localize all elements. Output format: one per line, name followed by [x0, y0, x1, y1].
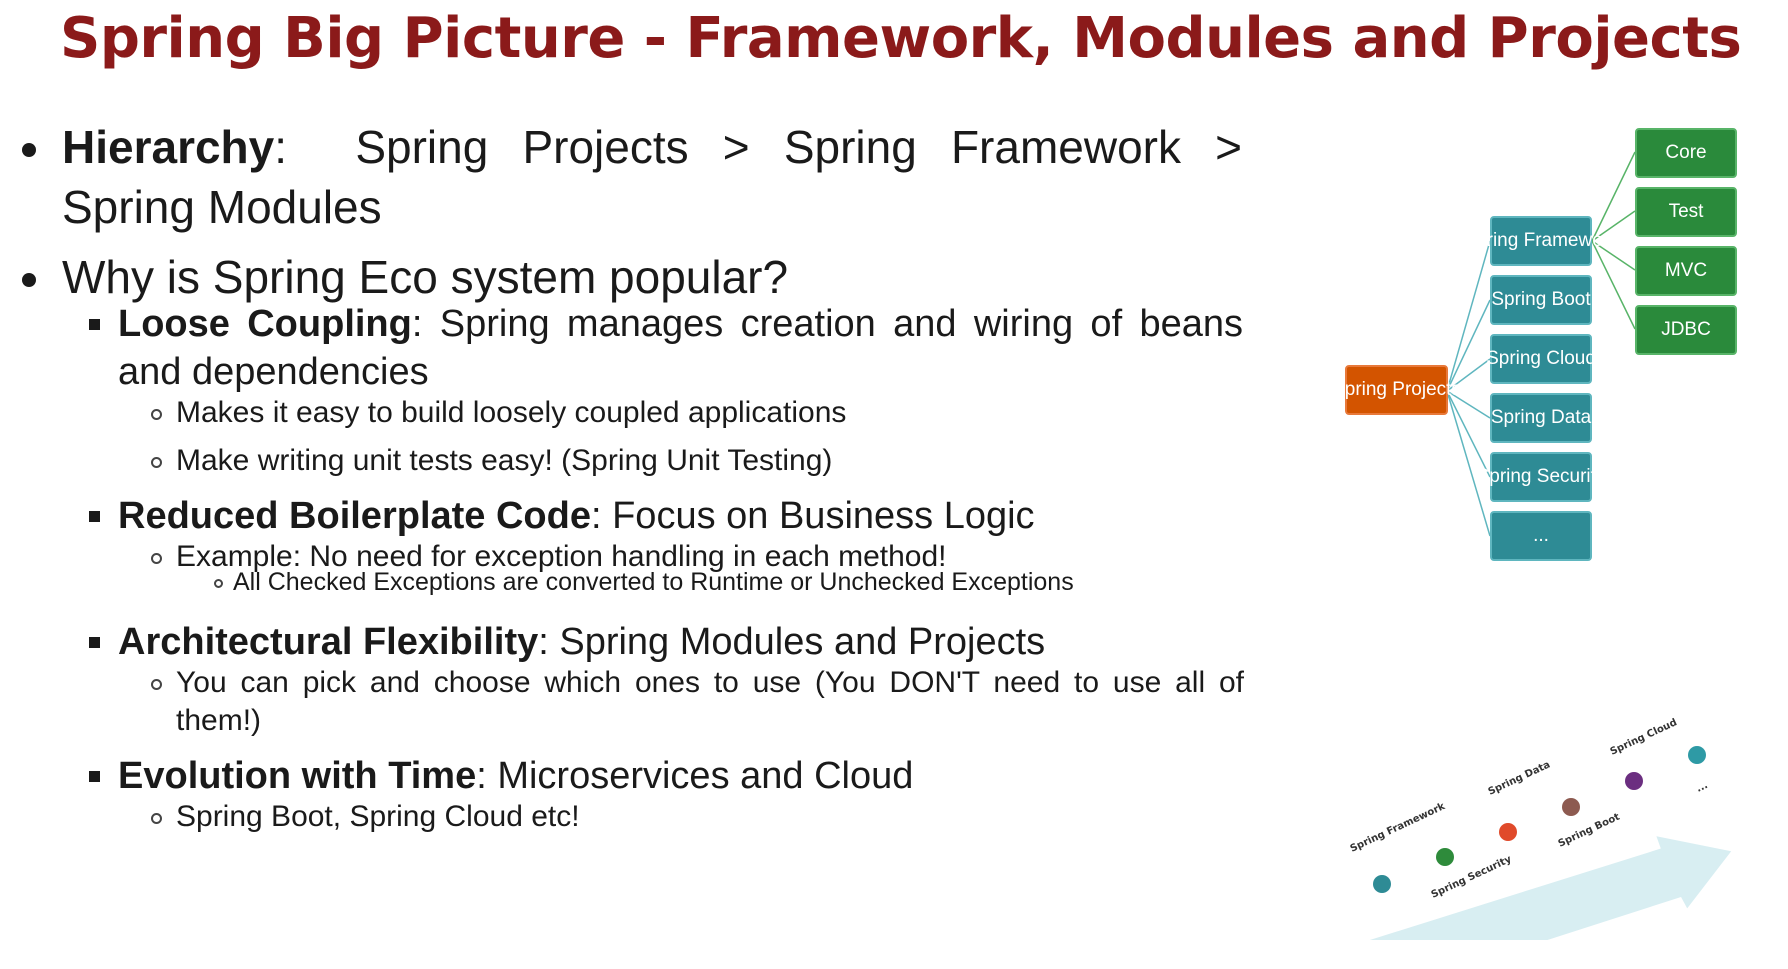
- bullet-circle-icon: [151, 553, 162, 564]
- timeline-dot: [1499, 823, 1517, 841]
- boilerplate-sub1a-text: All Checked Exceptions are converted to …: [233, 568, 1074, 596]
- timeline-label-cloud: Spring Cloud: [1609, 717, 1679, 758]
- evolution-sub1-text: Spring Boot, Spring Cloud etc!: [176, 800, 580, 833]
- node-spring-cloud: Spring Cloud: [1486, 334, 1596, 384]
- timeline-dot: [1436, 848, 1454, 866]
- loose-label: Loose Coupling: [118, 303, 412, 345]
- evolution-label: Evolution with Time: [118, 755, 477, 797]
- node-spring-data: Spring Data: [1490, 393, 1592, 443]
- loose-sub1-text: Makes it easy to build loosely coupled a…: [176, 396, 847, 429]
- bullet-circle-icon: [151, 679, 162, 690]
- why-text: Why is Spring Eco system popular?: [62, 251, 789, 303]
- flex-sub1-line2: them!): [176, 704, 262, 737]
- timeline-graphic: Spring FrameworkSpring SecuritySpring Da…: [1322, 717, 1732, 969]
- timeline-dot: [1562, 798, 1580, 816]
- timeline-dot: [1688, 746, 1706, 764]
- hierarchy-diagram: Spring Projects Spring Framework Spring …: [1320, 128, 1780, 655]
- bullet-circle-icon: [151, 457, 162, 468]
- boilerplate-sub1a: All Checked Exceptions are converted to …: [214, 566, 1233, 598]
- hierarchy-colon: :: [274, 121, 288, 173]
- timeline-dot: [1373, 875, 1391, 893]
- node-jdbc: JDBC: [1635, 305, 1737, 355]
- node-core: Core: [1635, 128, 1737, 178]
- bullet-loose-coupling: Loose Coupling: Spring manages creation …: [89, 297, 1243, 351]
- hierarchy-line2: Spring Modules: [62, 181, 382, 233]
- loose-sub2: Make writing unit tests easy! (Spring Un…: [151, 439, 1244, 483]
- bullet-square-icon: [89, 319, 100, 330]
- evolution-text: : Microservices and Cloud: [476, 755, 914, 797]
- loose-line1: : Spring manages creation and wiring of …: [411, 303, 1243, 345]
- bullet-square-icon: [89, 637, 100, 648]
- hierarchy-line1: Spring Projects > Spring Framework >: [355, 121, 1242, 173]
- node-mvc: MVC: [1635, 246, 1737, 296]
- timeline-label-boot: Spring Boot: [1557, 812, 1622, 850]
- bullet-square-icon: [89, 511, 100, 522]
- loose-sub2-text: Make writing unit tests easy! (Spring Un…: [176, 444, 833, 477]
- timeline-dot: [1625, 772, 1643, 790]
- node-more-projects: ...: [1490, 511, 1592, 561]
- timeline-label-framework: Spring Framework: [1349, 801, 1448, 855]
- boilerplate-text: : Focus on Business Logic: [590, 495, 1035, 537]
- node-spring-projects: Spring Projects: [1332, 365, 1461, 415]
- bullet-disc-icon: [22, 273, 36, 287]
- node-test: Test: [1635, 187, 1737, 237]
- flex-sub1-line1: You can pick and choose which ones to us…: [176, 666, 1244, 699]
- node-spring-framework: Spring Framework: [1463, 216, 1619, 266]
- evolution-sub1: Spring Boot, Spring Cloud etc!: [151, 795, 1244, 839]
- timeline-label-data: Spring Data: [1487, 759, 1552, 797]
- bullet-disc-icon: [22, 143, 36, 157]
- bullet-hierarchy: Hierarchy: Spring Projects > Spring Fram…: [22, 113, 1242, 181]
- timeline-arrow: [1322, 836, 1732, 969]
- bullet-circle-icon: [214, 579, 223, 588]
- hierarchy-label: Hierarchy: [62, 121, 275, 173]
- loose-sub1: Makes it easy to build loosely coupled a…: [151, 391, 1244, 435]
- bullet-circle-icon: [151, 409, 162, 420]
- slide-content: Hierarchy: Spring Projects > Spring Fram…: [0, 0, 1300, 969]
- bullet-circle-icon: [151, 813, 162, 824]
- bullet-square-icon: [89, 771, 100, 782]
- timeline-label-more: ...: [1695, 780, 1710, 795]
- boilerplate-label: Reduced Boilerplate Code: [118, 495, 591, 537]
- timeline-content: Spring FrameworkSpring SecuritySpring Da…: [1322, 717, 1732, 969]
- flex-label: Architectural Flexibility: [118, 621, 539, 663]
- flex-text: : Spring Modules and Projects: [538, 621, 1046, 663]
- node-spring-security: Spring Security: [1477, 452, 1605, 502]
- evolution-timeline: Spring Framework Spring Security Spring Da…: [1322, 680, 1788, 969]
- node-spring-boot: Spring Boot: [1490, 275, 1592, 325]
